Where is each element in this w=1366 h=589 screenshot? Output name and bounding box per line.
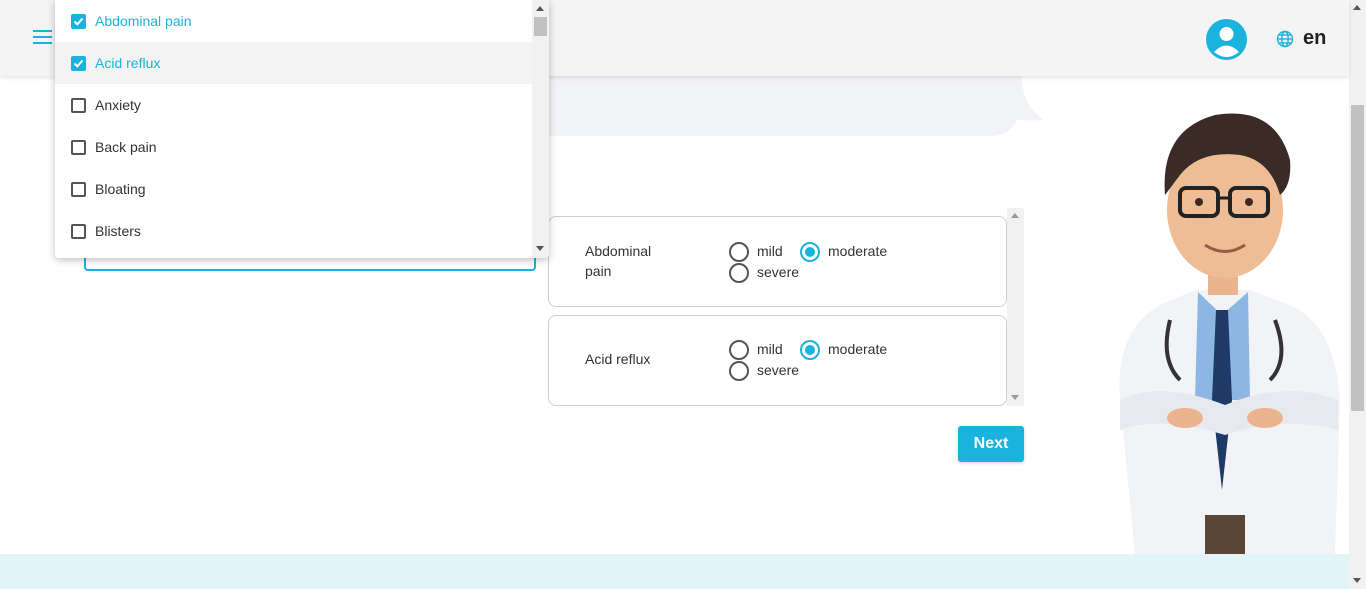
user-avatar-icon[interactable] <box>1206 19 1247 60</box>
option-label: Back pain <box>95 139 157 155</box>
radio-label-mild: mild <box>757 341 783 357</box>
severity-card-abdominal-pain: Abdominal pain mild moderate severe <box>548 216 1007 307</box>
scrollbar-thumb[interactable] <box>1351 105 1364 411</box>
checkbox-unchecked-icon[interactable] <box>71 97 86 113</box>
dropdown-scrollbar[interactable] <box>532 0 549 258</box>
scroll-down-arrow-icon[interactable] <box>536 246 544 251</box>
radio-label-severe: severe <box>757 264 800 280</box>
chat-bubble <box>540 76 1020 136</box>
checkbox-unchecked-icon[interactable] <box>71 223 86 239</box>
radio-mild[interactable] <box>729 242 749 262</box>
dropdown-option-acid-reflux[interactable]: Acid reflux <box>55 42 532 84</box>
next-button[interactable]: Next <box>958 426 1024 462</box>
severity-card-acid-reflux: Acid reflux mild moderate severe <box>548 315 1007 406</box>
radio-mild[interactable] <box>729 340 749 360</box>
option-label: Blisters <box>95 223 141 239</box>
scroll-up-arrow-icon[interactable] <box>1353 5 1361 10</box>
checkbox-unchecked-icon[interactable] <box>71 139 86 155</box>
radio-moderate-selected[interactable] <box>800 340 820 360</box>
page-footer <box>0 554 1349 589</box>
option-label: Acid reflux <box>95 55 161 71</box>
severity-panel: Abdominal pain mild moderate severe Acid… <box>548 208 1024 406</box>
scroll-down-arrow-icon[interactable] <box>1353 578 1361 583</box>
radio-severe[interactable] <box>729 361 749 381</box>
scroll-up-arrow-icon[interactable] <box>1011 213 1019 218</box>
dropdown-option-back-pain[interactable]: Back pain <box>55 126 532 168</box>
severity-symptom-name: Acid reflux <box>585 351 651 367</box>
doctor-illustration <box>1119 113 1340 554</box>
radio-label-severe: severe <box>757 362 800 378</box>
page-scrollbar[interactable] <box>1349 0 1366 589</box>
hamburger-menu-icon[interactable] <box>33 30 53 46</box>
checkbox-unchecked-icon[interactable] <box>71 181 86 197</box>
radio-severe[interactable] <box>729 263 749 283</box>
dropdown-option-blisters[interactable]: Blisters <box>55 210 532 252</box>
radio-moderate-selected[interactable] <box>800 242 820 262</box>
symptom-dropdown: Abdominal pain Acid reflux Anxiety Back … <box>55 0 549 258</box>
option-label: Anxiety <box>95 97 141 113</box>
radio-label-moderate: moderate <box>828 341 888 357</box>
scrollbar-thumb[interactable] <box>534 17 547 36</box>
severity-symptom-name: Abdominal pain <box>585 243 652 279</box>
severity-scrollbar[interactable] <box>1007 208 1024 406</box>
scroll-up-arrow-icon[interactable] <box>536 6 544 11</box>
option-label: Abdominal pain <box>95 13 192 29</box>
radio-label-mild: mild <box>757 243 783 259</box>
scroll-down-arrow-icon[interactable] <box>1011 395 1019 400</box>
checkbox-checked-icon[interactable] <box>71 13 86 29</box>
radio-label-moderate: moderate <box>828 243 888 259</box>
option-label: Bloating <box>95 181 146 197</box>
dropdown-option-abdominal-pain[interactable]: Abdominal pain <box>55 0 532 42</box>
globe-icon[interactable] <box>1276 30 1294 48</box>
dropdown-option-anxiety[interactable]: Anxiety <box>55 84 532 126</box>
language-selector[interactable]: en <box>1303 27 1326 50</box>
dropdown-option-bloating[interactable]: Bloating <box>55 168 532 210</box>
checkbox-checked-icon[interactable] <box>71 55 86 71</box>
chat-bubble-tail <box>1000 76 1044 121</box>
